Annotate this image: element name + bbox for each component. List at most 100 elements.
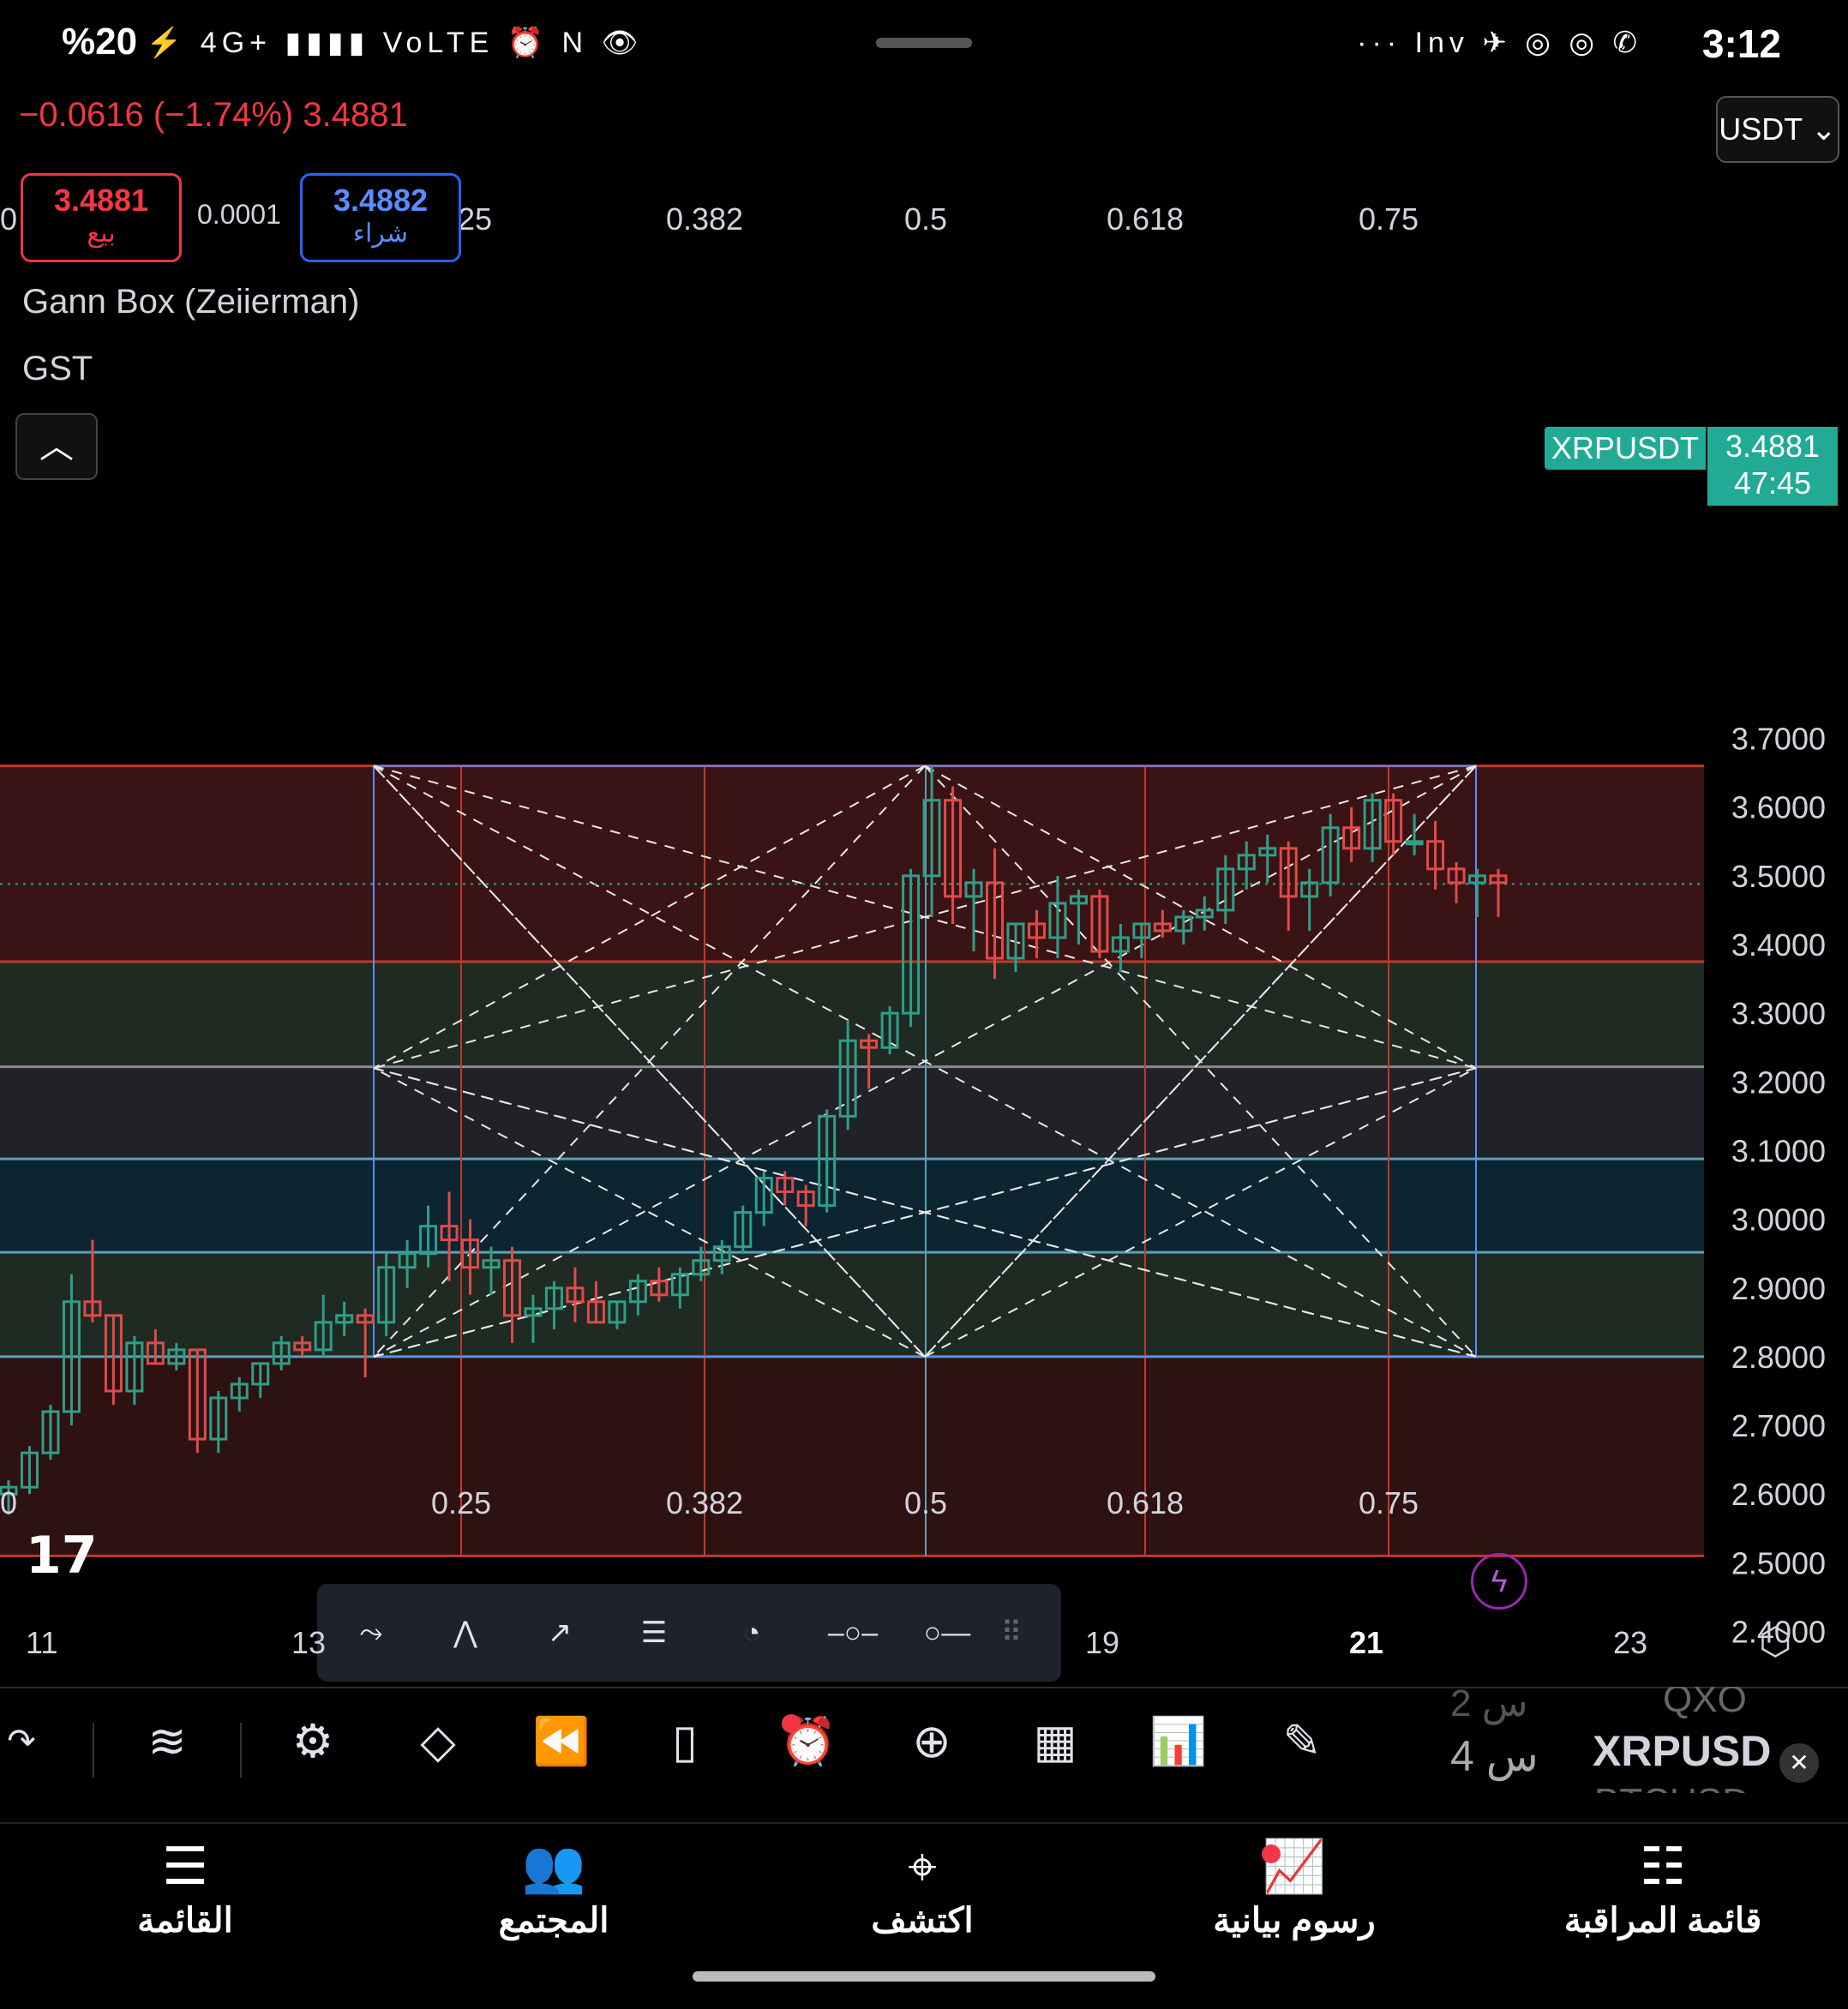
price-axis-label: 2.7000 — [1731, 1408, 1826, 1443]
close-icon[interactable]: ✕ — [1779, 1743, 1819, 1783]
buy-label: شراء — [352, 219, 409, 248]
nav-label: المجتمع — [498, 1902, 609, 1940]
drag-grip-icon[interactable]: ⠿ — [994, 1603, 1029, 1663]
indicator-gann-box[interactable]: Gann Box (Zeiierman) — [22, 283, 359, 321]
home-indicator[interactable] — [693, 1971, 1155, 1982]
price-axis-label: 3.2000 — [1731, 1064, 1826, 1100]
parallel-channel-icon[interactable]: ☰ — [615, 1603, 693, 1663]
nav-charts[interactable]: 📈 رسوم بيانية — [1166, 1832, 1423, 1940]
nav-label: القائمة — [137, 1902, 233, 1940]
gann-bottom-label: 0.382 — [666, 1485, 743, 1520]
price-chart[interactable]: 3.7000 3.6000 3.5000 3.4000 3.3000 3.2000 3.10… — [0, 86, 1848, 1680]
nav-community[interactable]: 👥 المجتمع — [425, 1832, 682, 1940]
price-axis-label: 2.5000 — [1731, 1545, 1826, 1580]
clock: 3:12 — [1701, 21, 1781, 66]
watchlist-icon: ☷ — [1640, 1838, 1686, 1895]
gann-bottom-label: 0.25 — [431, 1485, 491, 1520]
nav-label: قائمة المراقبة — [1563, 1902, 1762, 1940]
gann-band — [0, 1159, 1704, 1253]
watchlist-time: 2 س — [1450, 1687, 1528, 1724]
buy-price: 3.4882 — [333, 183, 429, 218]
price-axis-label: 3.6000 — [1731, 790, 1826, 825]
last-price-tag: 3.4881 47:45 — [1707, 427, 1838, 506]
price-change: −0.0616 (−1.74%) 3.4881 — [19, 96, 408, 134]
indicator-gst[interactable]: GST — [22, 350, 93, 388]
chart-icon[interactable]: 📊 — [1131, 1688, 1226, 1795]
gann-band — [0, 962, 1704, 1067]
bottom-nav: ☰ القائمة 👥 المجتمع ⌖ اكتشف 📈 رسوم بياني… — [0, 1822, 1848, 1961]
gann-bottom-label: 0.75 — [1359, 1485, 1419, 1520]
watchlist-symbol: QXO — [1663, 1687, 1747, 1720]
alert-badge — [782, 1714, 801, 1733]
alarm-icon[interactable]: ⏰ — [761, 1688, 855, 1795]
time-label: 19 — [1085, 1625, 1120, 1660]
elliott-wave-icon[interactable]: ⤳ — [333, 1603, 410, 1663]
gann-bottom-label: 0.5 — [904, 1485, 947, 1520]
menu-icon: ☰ — [162, 1838, 208, 1895]
price-axis-label: 2.6000 — [1731, 1477, 1826, 1512]
price-axis-label: 3.5000 — [1731, 859, 1826, 894]
trend-line-icon[interactable]: ↗ — [521, 1603, 598, 1663]
gann-top-label: 0.618 — [1107, 201, 1184, 237]
drawing-toolbar: ⤳ ⋀ ↗ ☰ ◔ –○– ○— ⠿ — [317, 1584, 1061, 1682]
indicators-wave-icon[interactable]: ≋ — [120, 1688, 214, 1795]
charts-icon: 📈 — [1262, 1838, 1327, 1895]
horizontal-line-icon[interactable]: ○— — [909, 1603, 986, 1663]
symbol-tag: XRPUSDT — [1545, 427, 1706, 470]
buy-button[interactable]: 3.4882 شراء — [300, 173, 461, 262]
xabcd-pattern-icon[interactable]: ⋀ — [427, 1603, 504, 1663]
fib-arc-icon[interactable]: ◔ — [713, 1603, 790, 1663]
gann-band — [0, 1066, 1704, 1160]
gann-bottom-label: 0.618 — [1107, 1485, 1184, 1520]
price-axis-label: 2.8000 — [1731, 1340, 1826, 1375]
sell-price: 3.4881 — [53, 183, 149, 218]
notification-badge — [1262, 1844, 1281, 1863]
watchlist-time: 4 س — [1450, 1732, 1539, 1780]
nav-label: رسوم بيانية — [1213, 1902, 1376, 1940]
chevron-up-icon[interactable]: ︿ — [15, 413, 98, 480]
tradingview-logo: 17 — [26, 1526, 98, 1586]
candles-icon[interactable]: ▯ — [638, 1688, 732, 1795]
watchlist-symbol: BTCUSD — [1594, 1781, 1749, 1793]
lightning-icon[interactable]: ϟ — [1471, 1553, 1527, 1610]
gann-top-label: 0.382 — [666, 201, 743, 237]
settings-sliders-icon[interactable]: ⚙ — [266, 1688, 360, 1795]
watchlist-peek[interactable]: QXO 2 س 4 س XRPUSD BTCUSD ✕ — [1440, 1687, 1848, 1793]
price-axis-label: 3.0000 — [1731, 1202, 1826, 1238]
compass-icon: ⌖ — [908, 1838, 937, 1895]
redo-icon[interactable]: ↷ — [0, 1688, 69, 1795]
nav-menu[interactable]: ☰ القائمة — [57, 1832, 314, 1940]
currency-selector[interactable]: USDT ⌄ — [1716, 96, 1839, 163]
replay-icon[interactable]: ⏪ — [514, 1688, 609, 1795]
gann-top-label: 25 — [458, 201, 492, 237]
gann-top-label: 0 — [0, 201, 17, 237]
nav-watchlist[interactable]: ☷ قائمة المراقبة — [1534, 1832, 1791, 1940]
nav-explore[interactable]: ⌖ اكتشف — [794, 1832, 1051, 1940]
ray-icon[interactable]: –○– — [814, 1603, 891, 1663]
gann-band — [0, 1252, 1704, 1357]
status-icons-right: ··· Inv ✈ ◎ ◎ ✆ — [1357, 27, 1642, 59]
price-axis-label: 2.9000 — [1731, 1271, 1826, 1306]
community-icon: 👥 — [521, 1838, 586, 1895]
price-axis-label: 3.7000 — [1731, 722, 1826, 757]
gann-top-label: 0.5 — [904, 201, 947, 237]
gann-top-label: 0.75 — [1359, 201, 1419, 237]
chart-settings-icon[interactable]: ⬡ — [1759, 1620, 1791, 1664]
drag-handle[interactable] — [876, 38, 972, 48]
last-price: 3.4881 — [1725, 429, 1821, 464]
sell-button[interactable]: 3.4881 بيع — [21, 173, 182, 262]
gann-bottom-label: 0 — [0, 1485, 17, 1520]
time-label: 23 — [1613, 1625, 1648, 1660]
nav-label: اكتشف — [871, 1902, 974, 1940]
time-label: 13 — [291, 1625, 327, 1660]
candle-body — [1405, 840, 1424, 846]
bar-countdown: 47:45 — [1733, 465, 1812, 501]
battery-percent: %20 — [62, 21, 138, 63]
layers-icon[interactable]: ◇ — [391, 1688, 485, 1795]
grid-icon[interactable]: ▦ — [1008, 1688, 1102, 1795]
add-icon[interactable]: ⊕ — [885, 1688, 979, 1795]
status-icons-left: ⚡ 4G+ ▮▮▮▮ VoLTE ⏰ N 👁 — [146, 27, 644, 59]
price-axis-label: 3.1000 — [1731, 1133, 1826, 1168]
watchlist-symbol: XRPUSD — [1593, 1727, 1772, 1775]
pen-icon[interactable]: ✎ — [1255, 1688, 1349, 1795]
